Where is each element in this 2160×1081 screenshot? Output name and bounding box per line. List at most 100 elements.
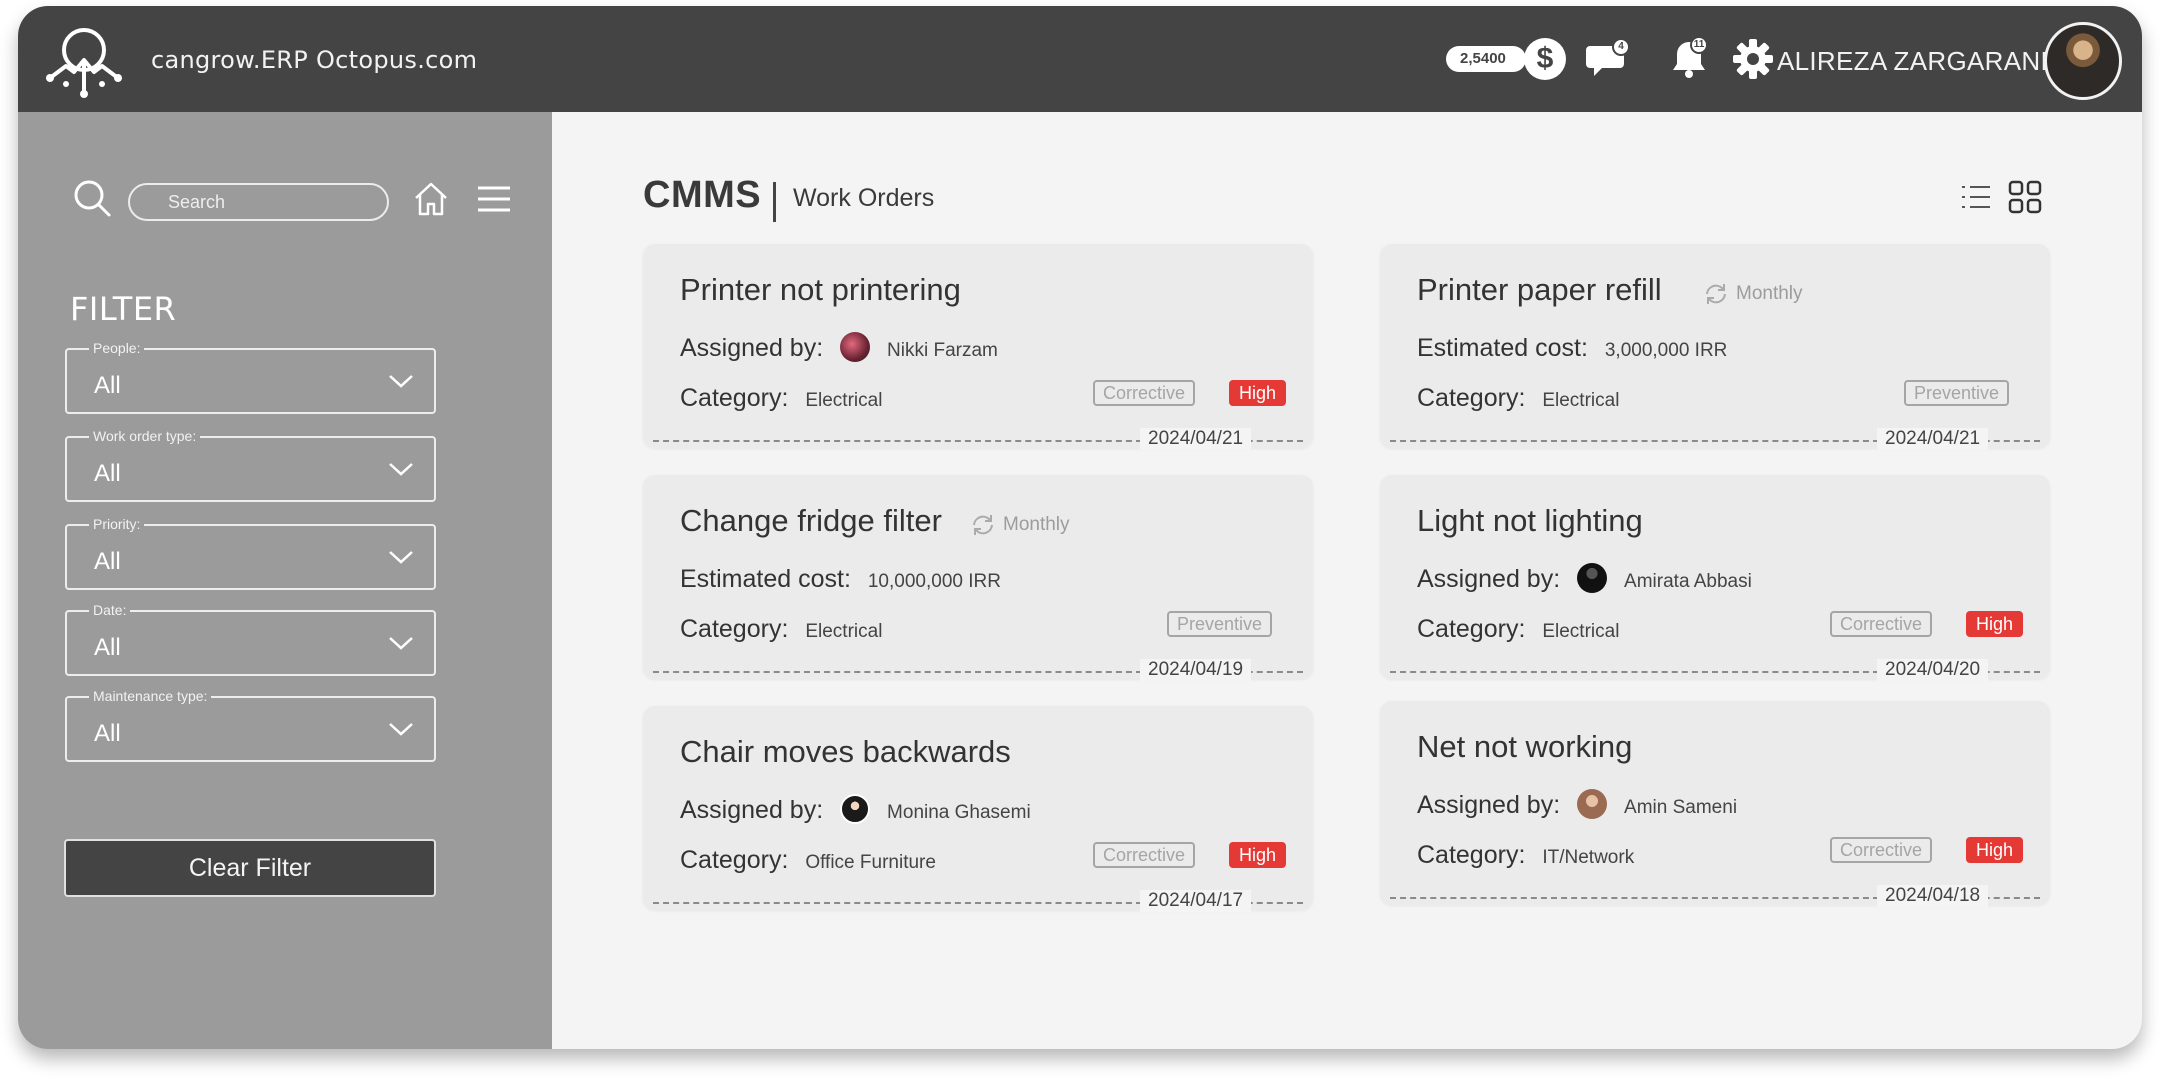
grid-view-icon[interactable] xyxy=(2008,180,2042,214)
card-title: Light not lighting xyxy=(1417,503,1643,538)
user-name[interactable]: ALIREZA ZARGARANI xyxy=(1777,46,2048,77)
row-label: Category: xyxy=(1417,841,1526,869)
select-value: All xyxy=(94,372,121,399)
recurrence-label: Monthly xyxy=(1003,514,1070,535)
card-title: Printer paper refill xyxy=(1417,272,1662,307)
search-icon[interactable] xyxy=(72,178,112,218)
chevron-down-icon xyxy=(389,551,413,564)
gear-icon[interactable] xyxy=(1732,38,1774,80)
row-label: Category: xyxy=(680,384,789,412)
date-select[interactable]: Date: All xyxy=(65,601,436,676)
type-tag: Preventive xyxy=(1167,611,1273,637)
assignee-avatar xyxy=(1577,563,1608,594)
card-date: 2024/04/19 xyxy=(1140,659,1252,681)
chevron-down-icon xyxy=(389,723,413,736)
dollar-icon[interactable]: $ xyxy=(1524,38,1566,80)
card-title: Net not working xyxy=(1417,729,1633,764)
card-title: Change fridge filter xyxy=(680,503,942,538)
select-label: Work order type: xyxy=(89,427,201,445)
row-value: Nikki Farzam xyxy=(887,340,998,361)
row-value: Amin Sameni xyxy=(1624,797,1738,818)
cost-row: Estimated cost: 10,000,000 IRR xyxy=(680,565,1001,594)
row-value: Amirata Abbasi xyxy=(1624,571,1752,592)
type-tag: Corrective xyxy=(1093,842,1196,868)
row-value: 10,000,000 IRR xyxy=(867,571,1001,592)
work-order-card[interactable]: Printer paper refill Monthly Estimated c… xyxy=(1380,244,2050,450)
card-date: 2024/04/18 xyxy=(1877,885,1989,907)
work-order-card[interactable]: Light not lighting Assigned by: Amirata … xyxy=(1380,475,2050,681)
card-title: Chair moves backwards xyxy=(680,734,1011,769)
category-row: Category: Office Furniture xyxy=(680,846,936,875)
top-bar: cangrow.ERP Octopus.com 2,5400 $ 4 11 AL… xyxy=(18,6,2142,112)
row-value: IT/Network xyxy=(1542,847,1635,868)
assigned-row: Assigned by: Nikki Farzam xyxy=(680,332,998,364)
work-order-type-select[interactable]: Work order type: All xyxy=(65,427,436,502)
work-order-card[interactable]: Printer not printering Assigned by: Nikk… xyxy=(643,244,1313,450)
people-select[interactable]: People: All xyxy=(65,339,436,414)
priority-tag: High xyxy=(1966,837,2024,863)
row-label: Assigned by: xyxy=(680,334,824,362)
row-value: Electrical xyxy=(805,390,883,411)
select-label: Priority: xyxy=(89,515,145,533)
card-date: 2024/04/21 xyxy=(1140,428,1252,450)
app-window: cangrow.ERP Octopus.com 2,5400 $ 4 11 AL… xyxy=(18,6,2142,1049)
category-row: Category: Electrical xyxy=(1417,615,1619,644)
octopus-logo-icon[interactable] xyxy=(42,20,126,100)
app-title: cangrow.ERP Octopus.com xyxy=(151,46,478,74)
hamburger-menu-icon[interactable] xyxy=(476,184,512,214)
assigned-row: Assigned by: Amin Sameni xyxy=(1417,789,1738,821)
maintenance-type-select[interactable]: Maintenance type: All xyxy=(65,687,436,762)
chevron-down-icon xyxy=(389,375,413,388)
cost-row: Estimated cost: 3,000,000 IRR xyxy=(1417,334,1727,363)
work-order-card[interactable]: Chair moves backwards Assigned by: Monin… xyxy=(643,706,1313,912)
priority-select[interactable]: Priority: All xyxy=(65,515,436,590)
priority-tag: High xyxy=(1229,380,1287,406)
select-value: All xyxy=(94,548,121,575)
page-subtitle: Work Orders xyxy=(793,184,935,212)
recurrence-label: Monthly xyxy=(1736,283,1803,304)
type-tag: Corrective xyxy=(1093,380,1196,406)
repeat-icon xyxy=(1706,284,1726,304)
select-label: People: xyxy=(89,339,145,357)
row-label: Category: xyxy=(680,846,789,874)
priority-tag: High xyxy=(1966,611,2024,637)
category-row: Category: Electrical xyxy=(680,384,882,413)
row-label: Category: xyxy=(1417,384,1526,412)
messages-button[interactable]: 4 xyxy=(1586,38,1630,80)
row-value: Office Furniture xyxy=(805,852,936,873)
assigned-row: Assigned by: Amirata Abbasi xyxy=(1417,563,1752,595)
select-value: All xyxy=(94,634,121,661)
row-value: Monina Ghasemi xyxy=(887,802,1031,823)
priority-tag: High xyxy=(1229,842,1287,868)
work-order-card[interactable]: Net not working Assigned by: Amin Sameni… xyxy=(1380,701,2050,907)
assignee-avatar xyxy=(1577,789,1608,820)
search-input[interactable] xyxy=(128,183,389,221)
title-divider xyxy=(773,182,776,222)
row-label: Assigned by: xyxy=(680,796,824,824)
category-row: Category: Electrical xyxy=(680,615,882,644)
recurrence: Monthly xyxy=(969,511,1070,539)
row-value: Electrical xyxy=(1542,390,1620,411)
recurrence: Monthly xyxy=(1702,280,1803,308)
page-title: CMMS xyxy=(643,174,762,216)
home-icon[interactable] xyxy=(412,180,450,218)
repeat-icon xyxy=(973,515,993,535)
work-order-card[interactable]: Change fridge filter Monthly Estimated c… xyxy=(643,475,1313,681)
notifications-badge: 11 xyxy=(1690,36,1708,54)
card-title: Printer not printering xyxy=(680,272,961,307)
assigned-row: Assigned by: Monina Ghasemi xyxy=(680,794,1031,826)
row-label: Assigned by: xyxy=(1417,791,1561,819)
user-avatar[interactable] xyxy=(2044,22,2122,100)
type-tag: Corrective xyxy=(1830,611,1933,637)
balance-pill[interactable]: 2,5400 xyxy=(1446,46,1526,72)
clear-filter-button[interactable]: Clear Filter xyxy=(64,839,436,897)
row-label: Estimated cost: xyxy=(1417,334,1588,362)
notifications-button[interactable]: 11 xyxy=(1668,36,1710,80)
messages-badge: 4 xyxy=(1612,38,1630,56)
category-row: Category: Electrical xyxy=(1417,384,1619,413)
type-tag: Preventive xyxy=(1904,380,2010,406)
filter-sidebar: FILTER People: All Work order type: All … xyxy=(18,112,552,1049)
select-value: All xyxy=(94,720,121,747)
list-view-icon[interactable] xyxy=(1960,182,1992,212)
card-date: 2024/04/20 xyxy=(1877,659,1989,681)
